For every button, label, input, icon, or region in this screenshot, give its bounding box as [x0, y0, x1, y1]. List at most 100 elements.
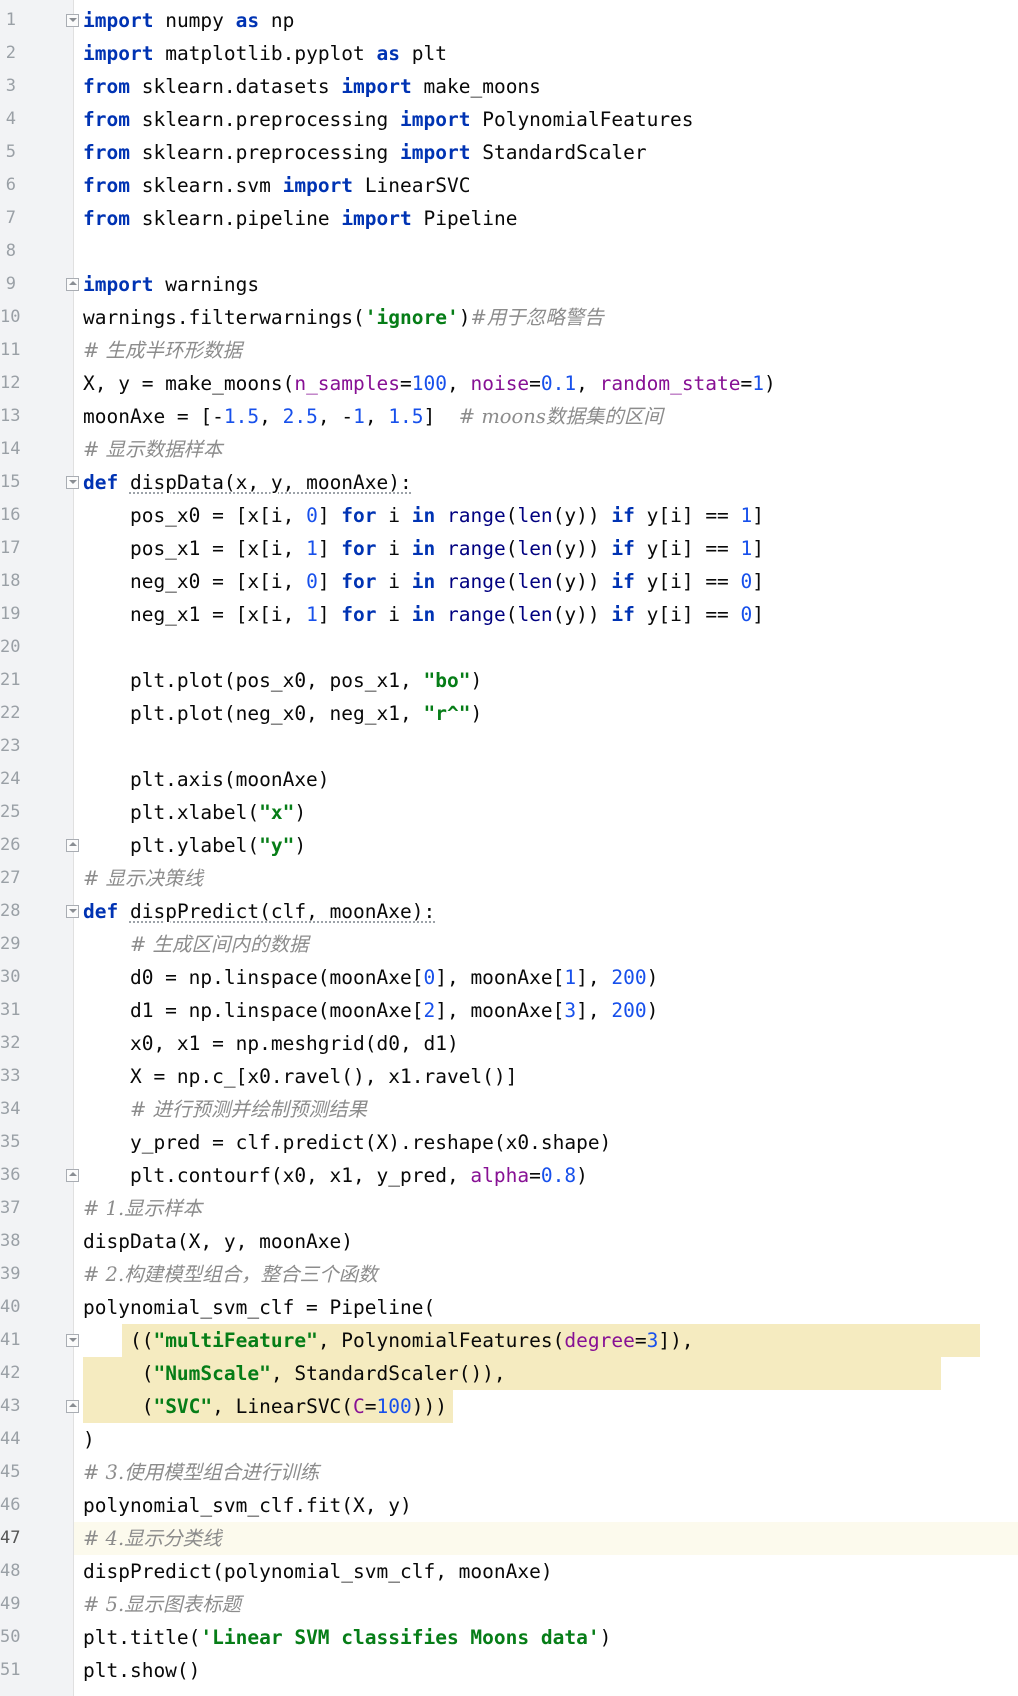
code-token: matplotlib.pyplot: [165, 42, 365, 65]
code-token: plt.xlabel(: [83, 801, 260, 824]
code-line[interactable]: ): [83, 1423, 95, 1456]
code-line[interactable]: # 显示决策线: [83, 862, 203, 895]
code-line[interactable]: import warnings: [83, 268, 259, 301]
code-token: in: [411, 570, 436, 593]
code-line[interactable]: import numpy as np: [83, 4, 294, 37]
code-token: ]: [752, 603, 765, 626]
line-number: 46: [0, 1495, 21, 1515]
code-token: ]: [423, 405, 459, 428]
code-token: # 2.构建模型组合，整合三个函数: [83, 1263, 378, 1286]
code-token: =: [529, 372, 541, 395]
code-token: # 3.使用模型组合进行训练: [83, 1461, 320, 1484]
code-token: i: [376, 570, 412, 593]
code-token: X = np.c_[x0.ravel(), x1.ravel()]: [83, 1065, 518, 1088]
code-token: len: [517, 537, 553, 560]
code-token: d1 = np.linspace(moonAxe[: [83, 999, 424, 1022]
fold-collapse-icon[interactable]: [66, 905, 79, 918]
code-token: dispData(X, y, moonAxe): [83, 1230, 354, 1253]
line-number: 39: [0, 1264, 21, 1284]
code-line[interactable]: from sklearn.svm import LinearSVC: [83, 169, 470, 202]
code-line[interactable]: x0, x1 = np.meshgrid(d0, d1): [83, 1027, 459, 1060]
code-token: (: [505, 603, 518, 626]
code-line[interactable]: # 3.使用模型组合进行训练: [83, 1456, 319, 1489]
code-token: 100: [376, 1395, 412, 1418]
line-number: 10: [0, 307, 21, 327]
code-line[interactable]: # 1.显示样本: [83, 1192, 202, 1225]
code-line[interactable]: # 显示数据样本: [83, 433, 223, 466]
code-line[interactable]: plt.axis(moonAxe): [83, 763, 330, 796]
code-token: i: [376, 603, 412, 626]
code-token: X, y = make_moons(: [83, 372, 295, 395]
code-token: (y)): [552, 603, 612, 626]
code-line[interactable]: plt.show(): [83, 1654, 200, 1687]
code-line[interactable]: d1 = np.linspace(moonAxe[2], moonAxe[3],…: [83, 994, 658, 1027]
code-line[interactable]: def dispData(x, y, moonAxe):: [83, 466, 412, 499]
code-line[interactable]: import matplotlib.pyplot as plt: [83, 37, 447, 70]
code-token: random_state: [599, 372, 741, 395]
code-token: "x": [259, 801, 295, 824]
code-line[interactable]: from sklearn.datasets import make_moons: [83, 70, 541, 103]
code-line[interactable]: X, y = make_moons(n_samples=100, noise=0…: [83, 367, 776, 400]
line-number: 47: [0, 1528, 21, 1548]
code-line[interactable]: # 2.构建模型组合，整合三个函数: [83, 1258, 378, 1291]
code-token: for: [341, 603, 377, 626]
code-token: StandardScaler: [482, 141, 647, 164]
code-line[interactable]: from sklearn.preprocessing import Standa…: [83, 136, 647, 169]
line-number: 26: [0, 835, 21, 855]
code-line[interactable]: plt.xlabel("x"): [83, 796, 306, 829]
code-line[interactable]: # 4.显示分类线: [83, 1522, 222, 1555]
code-line[interactable]: plt.contourf(x0, x1, y_pred, alpha=0.8): [83, 1159, 588, 1192]
code-token: 0.8: [540, 1164, 577, 1187]
code-token: moonAxe = [-: [83, 405, 224, 428]
code-token: 1: [353, 405, 365, 428]
code-token: y[i] ==: [634, 504, 741, 527]
code-line[interactable]: plt.ylabel("y"): [83, 829, 306, 862]
code-line[interactable]: def dispPredict(clf, moonAxe):: [83, 895, 435, 928]
code-line[interactable]: ("NumScale", StandardScaler()),: [83, 1357, 506, 1390]
line-number: 6: [5, 175, 16, 195]
code-line[interactable]: d0 = np.linspace(moonAxe[0], moonAxe[1],…: [83, 961, 658, 994]
code-line[interactable]: dispPredict(polynomial_svm_clf, moonAxe): [83, 1555, 553, 1588]
fold-end-icon[interactable]: [66, 1400, 79, 1413]
code-line[interactable]: pos_x1 = [x[i, 1] for i in range(len(y))…: [83, 532, 764, 565]
fold-end-icon[interactable]: [66, 278, 79, 291]
code-line[interactable]: plt.plot(neg_x0, neg_x1, "r^"): [83, 697, 482, 730]
code-line[interactable]: warnings.filterwarnings('ignore')#用于忽略警告: [83, 301, 604, 334]
code-line[interactable]: # 生成区间内的数据: [83, 928, 309, 961]
code-line[interactable]: pos_x0 = [x[i, 0] for i in range(len(y))…: [83, 499, 764, 532]
code-token: ]: [317, 570, 342, 593]
fold-collapse-icon[interactable]: [66, 1334, 79, 1347]
code-line[interactable]: plt.title('Linear SVM classifies Moons d…: [83, 1621, 611, 1654]
code-line[interactable]: from sklearn.preprocessing import Polyno…: [83, 103, 694, 136]
code-line[interactable]: from sklearn.pipeline import Pipeline: [83, 202, 517, 235]
code-line[interactable]: polynomial_svm_clf = Pipeline(: [83, 1291, 435, 1324]
code-token: sklearn.preprocessing: [141, 141, 389, 164]
code-line[interactable]: moonAxe = [-1.5, 2.5, -1, 1.5] # moons数据…: [83, 400, 663, 433]
code-editor[interactable]: 1 2 3 4 5 6 7 8 9 10 11 12 13 14 15 16 17 18 19 20 21 22 23 24 2…: [0, 0, 1018, 1696]
code-line[interactable]: dispData(X, y, moonAxe): [83, 1225, 353, 1258]
fold-collapse-icon[interactable]: [66, 14, 79, 27]
line-number: 51: [0, 1660, 21, 1680]
code-token: ]: [752, 570, 765, 593]
fold-end-icon[interactable]: [66, 839, 79, 852]
code-token: ): [458, 306, 471, 329]
code-line[interactable]: plt.plot(pos_x0, pos_x1, "bo"): [83, 664, 482, 697]
code-token: 0: [306, 504, 318, 527]
code-line[interactable]: # 生成半环形数据: [83, 334, 242, 367]
code-line[interactable]: (("multiFeature", PolynomialFeatures(deg…: [83, 1324, 694, 1357]
code-line[interactable]: neg_x0 = [x[i, 0] for i in range(len(y))…: [83, 565, 764, 598]
code-line[interactable]: neg_x1 = [x[i, 1] for i in range(len(y))…: [83, 598, 764, 631]
fold-end-icon[interactable]: [66, 1169, 79, 1182]
code-line[interactable]: polynomial_svm_clf.fit(X, y): [83, 1489, 412, 1522]
code-token: plt.plot(pos_x0, pos_x1,: [83, 669, 424, 692]
code-token: for: [341, 570, 377, 593]
code-line[interactable]: # 进行预测并绘制预测结果: [83, 1093, 367, 1126]
code-line[interactable]: X = np.c_[x0.ravel(), x1.ravel()]: [83, 1060, 517, 1093]
code-line[interactable]: ("SVC", LinearSVC(C=100))): [83, 1390, 447, 1423]
fold-collapse-icon[interactable]: [66, 476, 79, 489]
code-line[interactable]: y_pred = clf.predict(X).reshape(x0.shape…: [83, 1126, 611, 1159]
line-number: 37: [0, 1198, 21, 1218]
code-token: ]: [752, 537, 765, 560]
code-token: 0: [740, 570, 753, 593]
code-line[interactable]: # 5.显示图表标题: [83, 1588, 241, 1621]
